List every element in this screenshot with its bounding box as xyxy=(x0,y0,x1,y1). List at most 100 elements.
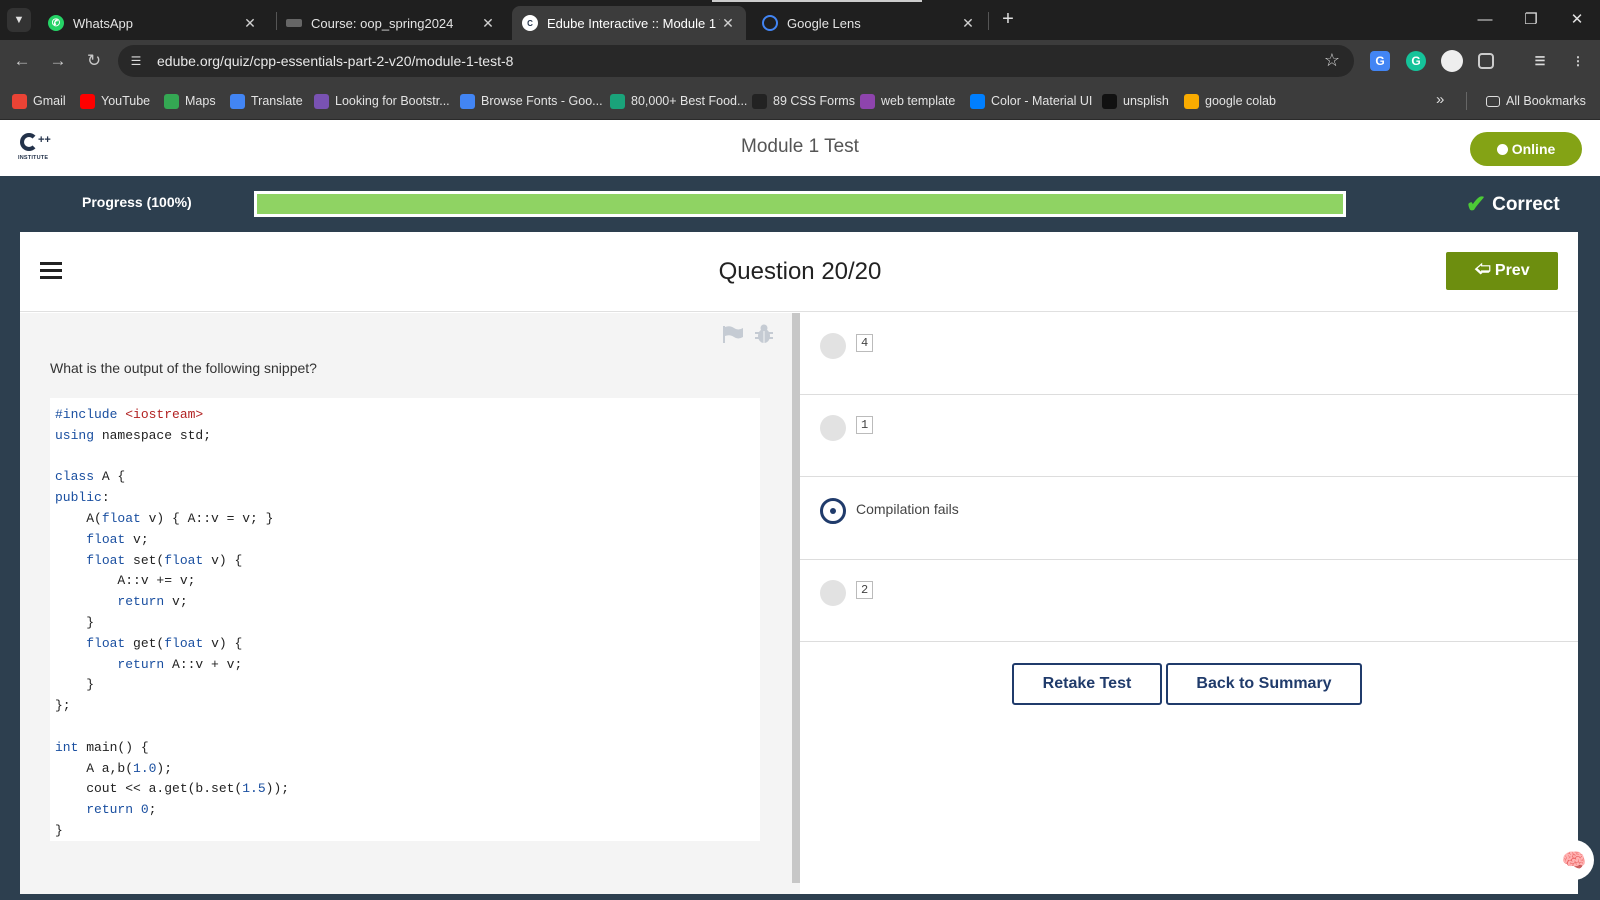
google-translate-icon[interactable]: G xyxy=(1370,51,1390,71)
bookmark-label: 89 CSS Forms xyxy=(773,94,855,108)
tab-course[interactable]: Course: oop_spring2024 ✕ xyxy=(276,6,506,40)
code-token: class xyxy=(55,469,102,485)
back-to-summary-button[interactable]: Back to Summary xyxy=(1166,663,1362,705)
bookmark-label: Looking for Bootstr... xyxy=(335,94,450,108)
sidebar-icon[interactable]: ☰ xyxy=(1530,51,1550,71)
code-token: ); xyxy=(156,760,173,776)
code-line: return 0; xyxy=(55,800,755,821)
bug-report-icon[interactable] xyxy=(754,323,774,345)
flag-icon[interactable] xyxy=(722,325,744,343)
code-token: 1.0 xyxy=(133,760,157,776)
code-token: float xyxy=(86,635,134,651)
code-line: return A::v + v; xyxy=(55,655,755,676)
code-line: using namespace std; xyxy=(55,426,755,447)
tab-title: Course: oop_spring2024 xyxy=(311,15,454,31)
answer-option[interactable]: 1 xyxy=(800,395,1578,477)
question-header: Question 20/20 🢠 Prev xyxy=(20,232,1578,312)
answer-option[interactable]: 2 xyxy=(800,560,1578,642)
code-line: A(float v) { A::v = v; } xyxy=(55,509,755,530)
answer-radio[interactable] xyxy=(820,415,846,441)
more-bookmarks-icon[interactable]: » xyxy=(1436,91,1444,108)
bookmark-youtube[interactable]: YouTube xyxy=(80,92,150,110)
google-lens-icon xyxy=(762,15,778,31)
bookmark-fonts[interactable]: Browse Fonts - Goo... xyxy=(460,92,603,110)
restore-icon[interactable]: ❐ xyxy=(1508,6,1554,34)
code-line: class A { xyxy=(55,467,755,488)
code-token: : xyxy=(101,490,110,506)
code-token: return xyxy=(117,594,173,610)
answer-radio[interactable] xyxy=(820,333,846,359)
check-icon: ✔ xyxy=(1466,191,1487,218)
bookmark-translate[interactable]: Translate xyxy=(230,92,303,110)
bookmark-star-icon[interactable]: ☆ xyxy=(1324,50,1340,71)
url-text[interactable]: edube.org/quiz/cpp-essentials-part-2-v20… xyxy=(157,53,513,69)
code-line: #include <iostream> xyxy=(55,405,755,426)
reload-icon[interactable]: ↻ xyxy=(82,49,106,73)
question-title: Question 20/20 xyxy=(718,258,882,285)
tab-edube[interactable]: C Edube Interactive :: Module 1 Te ✕ xyxy=(512,6,746,40)
code-line: A::v += v; xyxy=(55,571,755,592)
close-tab-icon[interactable]: ✕ xyxy=(720,15,736,32)
answer-option[interactable]: 4 xyxy=(800,313,1578,395)
bookmark-css-forms[interactable]: 89 CSS Forms xyxy=(752,92,855,110)
code-token: 0 xyxy=(140,802,149,818)
answer-radio[interactable] xyxy=(820,580,846,606)
question-scrollbar[interactable] xyxy=(792,313,800,883)
answer-radio-selected[interactable] xyxy=(820,498,846,524)
code-token: int xyxy=(55,739,87,755)
more-menu-icon[interactable]: ⋮ xyxy=(1568,51,1588,71)
browser-toolbar: ← → ↻ ☰ edube.org/quiz/cpp-essentials-pa… xyxy=(0,40,1600,82)
close-window-icon[interactable]: ✕ xyxy=(1554,6,1600,34)
grammarly-icon[interactable]: G xyxy=(1406,51,1426,71)
close-tab-icon[interactable]: ✕ xyxy=(242,15,258,32)
code-token: v) { A::v = v; } xyxy=(148,510,274,526)
bookmark-bootstrap[interactable]: Looking for Bootstr... xyxy=(314,92,450,110)
tab-title: Edube Interactive :: Module 1 Te xyxy=(547,15,720,31)
answer-label: 1 xyxy=(856,416,874,434)
code-line: int main() { xyxy=(55,738,755,759)
retake-test-button[interactable]: Retake Test xyxy=(1012,663,1162,705)
bookmark-food[interactable]: 80,000+ Best Food... xyxy=(610,92,747,110)
bookmark-colab[interactable]: google colab xyxy=(1184,92,1276,110)
back-icon[interactable]: ← xyxy=(10,49,34,73)
code-line: public: xyxy=(55,488,755,509)
tab-whatsapp[interactable]: ✆ WhatsApp ✕ xyxy=(38,6,268,40)
code-token: main() { xyxy=(86,739,149,755)
all-bookmarks[interactable]: All Bookmarks xyxy=(1486,92,1586,110)
minimize-icon[interactable]: — xyxy=(1462,6,1508,34)
tab-title: Google Lens xyxy=(787,15,861,31)
forward-icon[interactable]: → xyxy=(46,49,70,73)
tab-loading-indicator xyxy=(712,0,922,2)
ai-assistant-icon[interactable]: 🧠 xyxy=(1554,840,1594,880)
close-tab-icon[interactable]: ✕ xyxy=(960,15,976,32)
bookmark-maps[interactable]: Maps xyxy=(164,92,216,110)
address-bar[interactable]: ☰ edube.org/quiz/cpp-essentials-part-2-v… xyxy=(118,45,1354,77)
extensions-icon[interactable] xyxy=(1478,53,1494,69)
close-tab-icon[interactable]: ✕ xyxy=(480,15,496,32)
profile-avatar[interactable] xyxy=(1441,50,1463,72)
site-info-icon[interactable]: ☰ xyxy=(128,53,144,69)
bookmark-material-ui[interactable]: Color - Material UI xyxy=(970,92,1092,110)
answers-pane: 4 1 Compilation fails 2 Retake Test Back… xyxy=(800,313,1578,894)
new-tab-button[interactable]: + xyxy=(996,8,1020,32)
answer-status: ✔ Correct xyxy=(1466,190,1560,219)
tab-search-button[interactable]: ▼ xyxy=(7,8,31,32)
bookmark-unsplash[interactable]: unsplish xyxy=(1102,92,1169,110)
colab-icon xyxy=(1184,93,1199,109)
prev-button[interactable]: 🢠 Prev xyxy=(1446,252,1558,290)
online-status-button[interactable]: Online xyxy=(1470,132,1582,166)
answer-label: 2 xyxy=(856,581,874,599)
status-label: Correct xyxy=(1492,193,1560,215)
bookmark-gmail[interactable]: Gmail xyxy=(12,92,66,110)
answer-option[interactable]: Compilation fails xyxy=(800,478,1578,560)
bookmark-web-template[interactable]: web template xyxy=(860,92,955,110)
bookmark-label: unsplish xyxy=(1123,94,1169,108)
code-token: float xyxy=(164,635,212,651)
tab-google-lens[interactable]: Google Lens ✕ xyxy=(752,6,986,40)
